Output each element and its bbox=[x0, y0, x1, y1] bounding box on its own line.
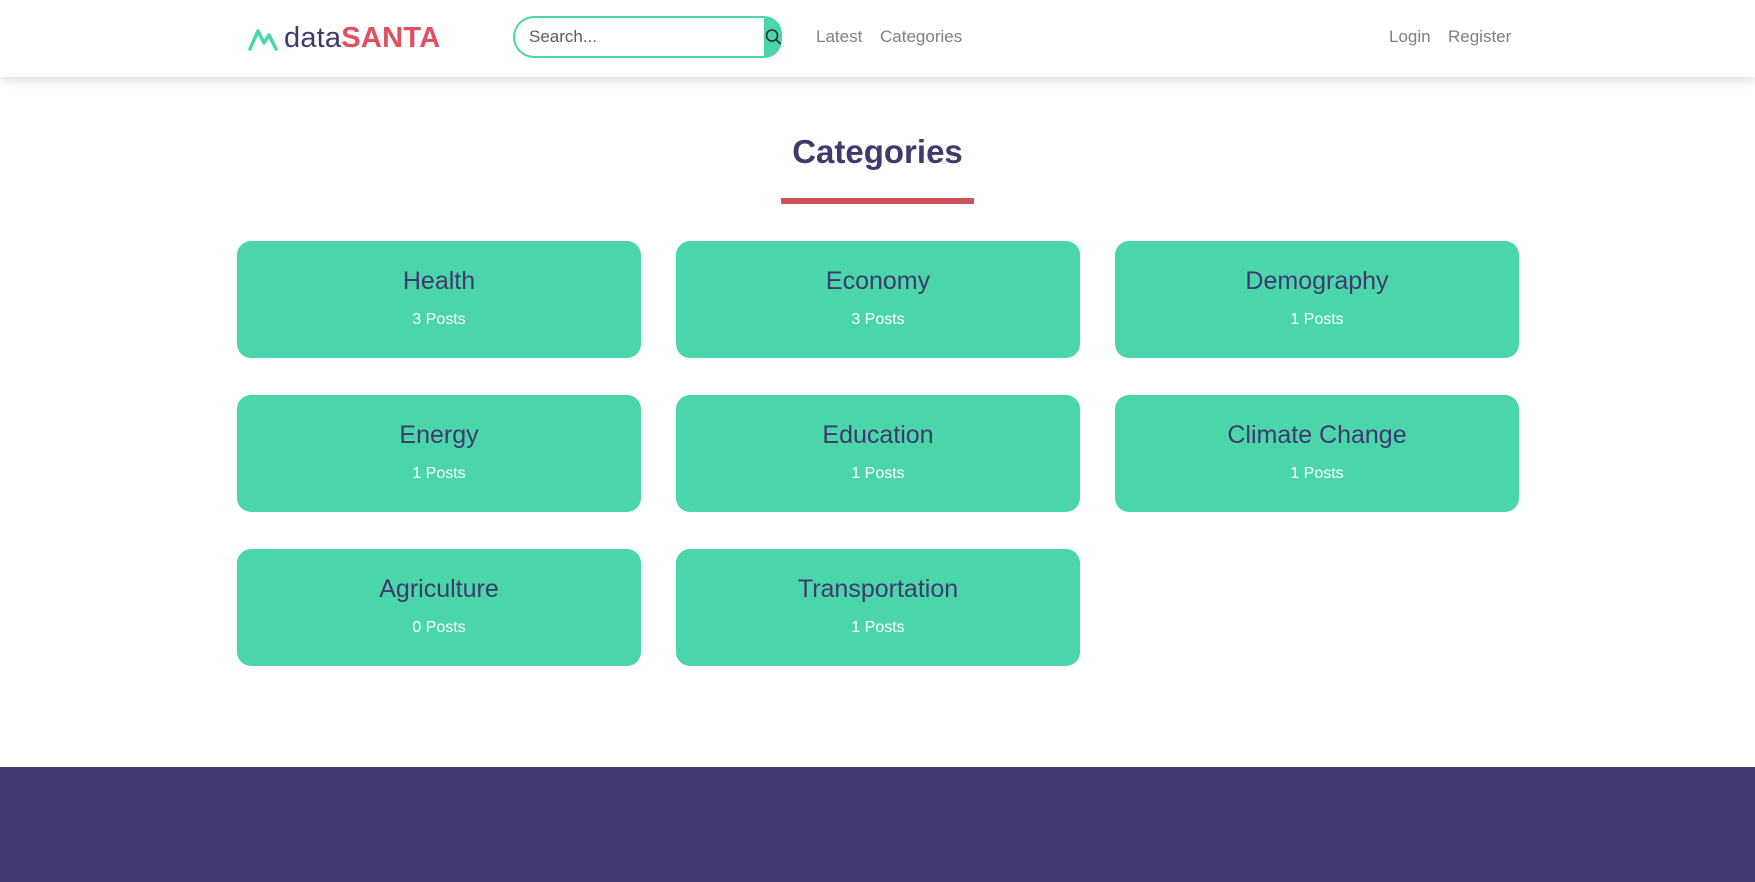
site-logo[interactable]: data SANTA bbox=[248, 20, 440, 56]
nav-link-latest[interactable]: Latest bbox=[816, 26, 862, 48]
search-button[interactable] bbox=[764, 16, 782, 58]
category-post-count: 1 Posts bbox=[851, 465, 905, 482]
search-icon bbox=[765, 29, 781, 45]
category-card-demography[interactable]: Demography 1 Posts bbox=[1115, 241, 1519, 358]
category-post-count: 1 Posts bbox=[1290, 311, 1344, 328]
category-card-health[interactable]: Health 3 Posts bbox=[237, 241, 641, 358]
category-card-economy[interactable]: Economy 3 Posts bbox=[676, 241, 1080, 358]
logo-text-santa: SANTA bbox=[341, 21, 441, 54]
title-underline bbox=[781, 198, 974, 204]
category-post-count: 0 Posts bbox=[412, 619, 466, 636]
category-post-count: 3 Posts bbox=[412, 311, 466, 328]
category-name: Economy bbox=[825, 267, 931, 295]
category-post-count: 1 Posts bbox=[412, 465, 466, 482]
top-navbar: dataSANTA Latest Categories Login Regist… bbox=[0, 0, 1755, 77]
category-post-count: 1 Posts bbox=[1290, 465, 1344, 482]
category-post-count: 1 Posts bbox=[851, 619, 905, 636]
category-name: Demography bbox=[1245, 267, 1389, 295]
category-name: Education bbox=[822, 421, 934, 449]
category-name: Health bbox=[402, 267, 476, 295]
search-form bbox=[513, 16, 782, 58]
page-title: Categories bbox=[792, 133, 963, 170]
category-name: Agriculture bbox=[379, 575, 499, 603]
search-input[interactable] bbox=[513, 16, 764, 58]
nav-link-register[interactable]: Register bbox=[1448, 26, 1511, 48]
nav-link-login[interactable]: Login bbox=[1389, 26, 1431, 48]
site-footer bbox=[0, 767, 1755, 882]
category-name: Transportation bbox=[797, 575, 959, 603]
nav-link-categories[interactable]: Categories bbox=[880, 26, 962, 48]
category-card-climate-change[interactable]: Climate Change 1 Posts bbox=[1115, 395, 1519, 512]
category-name: Energy bbox=[399, 421, 479, 449]
category-card-energy[interactable]: Energy 1 Posts bbox=[237, 395, 641, 512]
category-card-transportation[interactable]: Transportation 1 Posts bbox=[676, 549, 1080, 666]
category-card-education[interactable]: Education 1 Posts bbox=[676, 395, 1080, 512]
logo-text-data: data bbox=[284, 21, 342, 54]
category-card-agriculture[interactable]: Agriculture 0 Posts bbox=[237, 549, 641, 666]
category-post-count: 3 Posts bbox=[851, 311, 905, 328]
category-name: Climate Change bbox=[1227, 421, 1407, 449]
mountain-line-icon bbox=[248, 29, 278, 51]
